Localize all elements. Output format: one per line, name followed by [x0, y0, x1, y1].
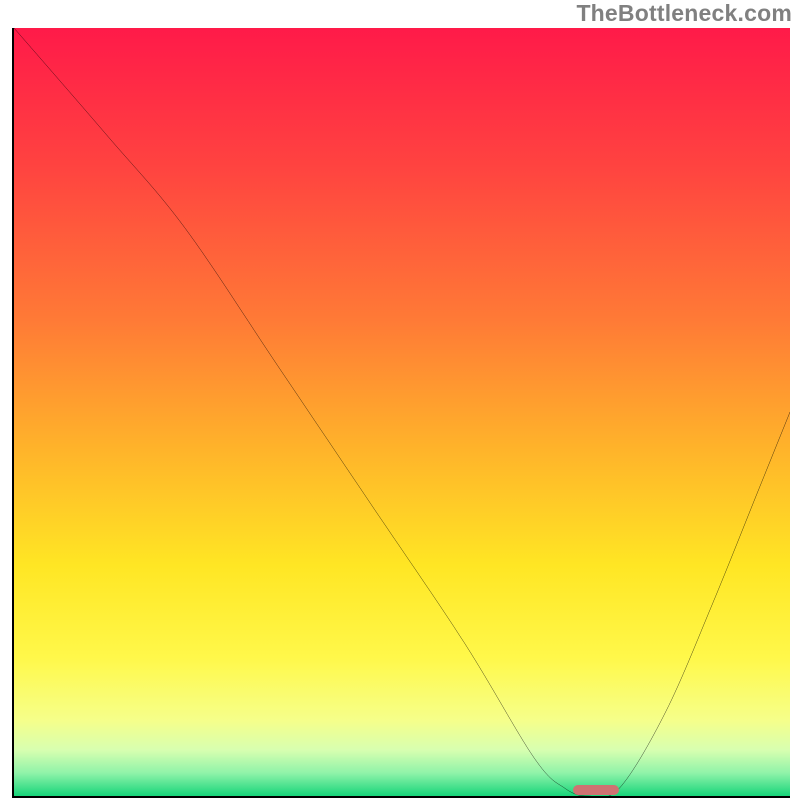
- watermark-text: TheBottleneck.com: [576, 0, 792, 27]
- chart-container: TheBottleneck.com: [0, 0, 800, 800]
- plot-area: [14, 28, 790, 796]
- optimal-marker: [573, 785, 620, 795]
- x-axis-line: [12, 796, 790, 798]
- bottleneck-curve: [14, 28, 790, 796]
